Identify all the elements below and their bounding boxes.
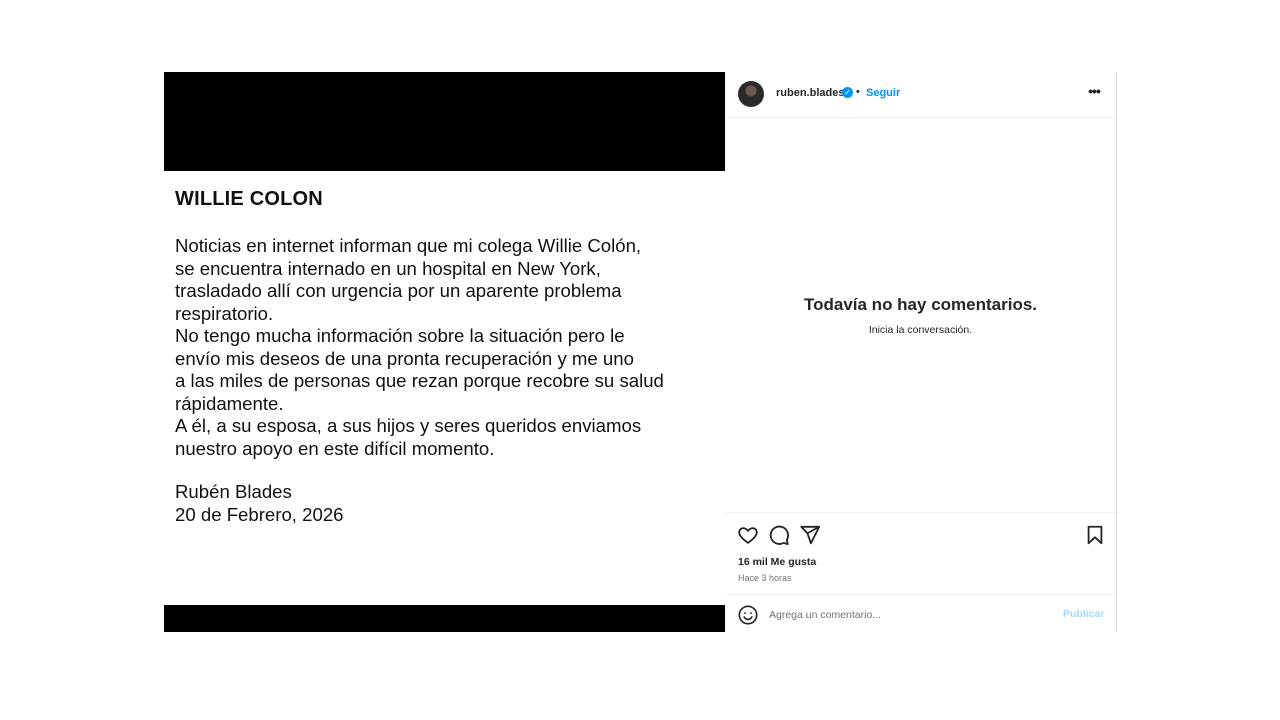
divider <box>725 512 1116 513</box>
signature-date: 20 de Febrero, 2026 <box>175 503 344 525</box>
statement-title: WILLIE COLON <box>175 188 323 210</box>
publish-button[interactable]: Publicar <box>1063 608 1104 620</box>
avatar[interactable] <box>738 81 764 107</box>
empty-comments-subtitle: Inicia la conversación. <box>868 324 973 336</box>
comment-icon[interactable] <box>768 524 790 546</box>
post-time[interactable]: Hace 3 horas <box>738 573 792 583</box>
statement-line: envío mis deseos de una pronta recuperac… <box>175 347 634 369</box>
statement-line: trasladado allí con urgencia por un apar… <box>175 280 622 301</box>
statement-line: Noticias en internet informan que mi col… <box>175 235 642 256</box>
statement-body: Noticias en internet informan que mi col… <box>175 235 720 460</box>
statement-signature: Rubén Blades 20 de Febrero, 2026 <box>175 481 344 526</box>
statement-line: rápidamente. <box>175 392 284 414</box>
statement-line: se encuentra internado en un hospital en… <box>175 257 601 279</box>
share-icon[interactable] <box>799 524 821 546</box>
follow-button[interactable]: Seguir <box>866 87 900 99</box>
bookmark-icon[interactable] <box>1084 524 1106 546</box>
statement-line: nuestro apoyo en este difícil momento. <box>175 437 495 459</box>
statement-line: No tengo mucha información sobre la situ… <box>175 325 625 346</box>
heart-icon[interactable] <box>737 524 759 546</box>
signature-name: Rubén Blades <box>175 481 292 502</box>
statement-line: A él, a su esposa, a sus hijos y seres q… <box>175 415 642 436</box>
post-header: ruben.blades ✓ • Seguir ••• <box>725 72 1116 118</box>
statement-line: a las miles de personas que rezan porque… <box>175 370 664 391</box>
more-options-icon[interactable]: ••• <box>1085 84 1103 100</box>
post-side-panel: ruben.blades ✓ • Seguir ••• Todavía no h… <box>725 72 1117 632</box>
verified-badge-icon: ✓ <box>842 87 853 98</box>
statement-card: WILLIE COLON Noticias en internet inform… <box>164 171 725 605</box>
emoji-icon[interactable] <box>737 604 759 626</box>
comment-input[interactable] <box>769 606 1039 624</box>
username-link[interactable]: ruben.blades <box>776 87 844 99</box>
empty-comments-title: Todavía no hay comentarios. <box>803 295 1038 314</box>
likes-count[interactable]: 16 mil Me gusta <box>738 556 816 568</box>
header-separator: • <box>856 86 860 98</box>
post-image: WILLIE COLON Noticias en internet inform… <box>164 72 725 632</box>
statement-line: respiratorio. <box>175 302 274 324</box>
divider <box>725 594 1116 595</box>
